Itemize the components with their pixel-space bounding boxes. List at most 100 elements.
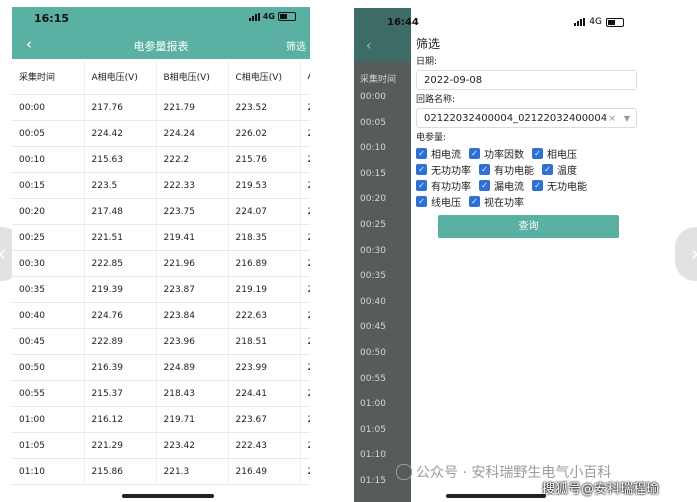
column-header: 采集时间 [12, 59, 85, 95]
table-cell: 221.79 [156, 94, 229, 121]
home-indicator [122, 494, 214, 498]
background-time: 00:35 [360, 271, 386, 282]
quantity-checkbox[interactable]: ✓ 有功功率 [416, 178, 471, 193]
clear-icon[interactable]: × [608, 109, 616, 129]
table-cell: 223.5 [84, 172, 157, 199]
date-field[interactable]: 2022-09-08 [416, 70, 637, 90]
table-cell: 216.12 [84, 406, 157, 433]
table-cell: 222.33 [156, 172, 229, 199]
quantity-checkbox[interactable]: ✓ 线电压 [416, 194, 461, 209]
status-time: 16:44 [387, 17, 419, 28]
table-cell: 222.63 [228, 302, 301, 329]
table-row: 00:35219.39223.87219.192 [12, 276, 310, 303]
wechat-icon [396, 464, 412, 480]
table-cell: 223.87 [156, 276, 229, 303]
table-cell: 223.67 [228, 406, 301, 433]
chevron-down-icon: ▼ [623, 114, 630, 123]
table-row: 00:05224.42224.24226.022 [12, 120, 310, 147]
filter-button[interactable]: 筛选 [286, 38, 306, 53]
background-time: 00:40 [360, 296, 386, 307]
quantity-checkbox[interactable]: ✓ 漏电流 [479, 178, 524, 193]
column-header: A相电压(V) [84, 59, 157, 95]
quantity-checkbox[interactable]: ✓ 温度 [542, 162, 577, 177]
date-value: 2022-09-08 [424, 75, 483, 86]
checkbox-label: 漏电流 [494, 181, 524, 193]
checkbox-label: 有功功率 [431, 181, 471, 193]
table-row: 01:10215.86221.3216.492 [12, 458, 310, 485]
circuit-select[interactable]: 02122032400004_02122032400004 × ▼ [416, 108, 637, 128]
table-row: 00:30222.85221.96216.892 [12, 250, 310, 277]
table-cell: 222.2 [156, 146, 229, 173]
quantity-checkbox-group: ✓ 相电流 ✓ 功率因数 ✓ 相电压 ✓ 无功功率 ✓ 有功电能 ✓ 温度 ✓ 有功功率 ✓ 漏电流 ✓ 无功电能… [416, 145, 654, 209]
background-time: 01:00 [360, 399, 386, 410]
table-cell: 222.89 [84, 328, 157, 355]
table-cell: 00:40 [12, 302, 85, 329]
checkbox-checked-icon[interactable]: ✓ [416, 147, 427, 159]
table-cell: 221.29 [84, 432, 157, 459]
quantity-checkbox[interactable]: ✓ 功率因数 [469, 146, 524, 161]
table-cell: 2 [300, 432, 310, 459]
quantity-checkbox[interactable]: ✓ 无功电能 [532, 178, 587, 193]
status-time: 16:15 [34, 12, 70, 25]
circuit-value: 02122032400004_02122032400004 [424, 113, 608, 124]
table-cell: 224.42 [84, 120, 157, 147]
checkbox-checked-icon[interactable]: ✓ [532, 147, 543, 159]
back-icon: ‹ [366, 38, 372, 54]
quantity-checkbox[interactable]: ✓ 视在功率 [469, 194, 524, 209]
quantity-checkbox[interactable]: ✓ 相电压 [532, 146, 577, 161]
checkbox-checked-icon[interactable]: ✓ [416, 163, 427, 175]
status-bar: 16:44 4G [387, 8, 654, 34]
background-column-header: 采集时间 [360, 75, 397, 85]
checkbox-checked-icon[interactable]: ✓ [416, 195, 427, 207]
quantity-checkbox[interactable]: ✓ 有功电能 [479, 162, 534, 177]
table-cell: 2 [300, 406, 310, 433]
filter-drawer: 筛选 日期: 2022-09-08 回路名称: 02122032400004_0… [411, 34, 654, 502]
query-button[interactable]: 查询 [438, 215, 619, 238]
report-table: 采集时间 A相电压(V) B相电压(V) C相电压(V) A 00:00217.… [12, 59, 310, 485]
checkbox-label: 视在功率 [484, 197, 524, 209]
table-cell: 00:55 [12, 380, 85, 407]
background-time: 00:20 [360, 194, 386, 205]
page-title: 电参量报表 [133, 40, 189, 53]
table-cell: 00:15 [12, 172, 85, 199]
table-row: 01:00216.12219.71223.672 [12, 406, 310, 433]
table-cell: 00:20 [12, 198, 85, 225]
dimmed-background[interactable]: ‹ 采集时间 00:00 00:05 00:10 00:15 00:20 00:25 00:… [354, 8, 411, 502]
table-cell: 216.89 [228, 250, 301, 277]
table-cell: 224.89 [156, 354, 229, 381]
filter-screen: ‹ 采集时间 00:00 00:05 00:10 00:15 00:20 00:25 00:… [354, 8, 654, 502]
checkbox-checked-icon[interactable]: ✓ [479, 163, 490, 175]
checkbox-checked-icon[interactable]: ✓ [479, 179, 490, 191]
network-type: 4G [589, 17, 602, 27]
table-cell: 222.85 [84, 250, 157, 277]
table-cell: 224.24 [156, 120, 229, 147]
report-screen: 16:15 4G ‹ 电参量报表 筛选 采集时间 A相电压(V) B相电压(V)… [12, 7, 310, 502]
checkbox-checked-icon[interactable]: ✓ [416, 179, 427, 191]
table-row: 00:10215.63222.2215.762 [12, 146, 310, 173]
table-row: 00:15223.5222.33219.532 [12, 172, 310, 199]
table-cell: 2 [300, 328, 310, 355]
quantity-checkbox[interactable]: ✓ 无功功率 [416, 162, 471, 177]
checkbox-checked-icon[interactable]: ✓ [469, 147, 480, 159]
table-cell: 2 [300, 302, 310, 329]
nav-bar: ‹ 电参量报表 筛选 [12, 30, 310, 59]
table-cell: 218.43 [156, 380, 229, 407]
table-cell: 223.84 [156, 302, 229, 329]
table-row: 00:50216.39224.89223.992 [12, 354, 310, 381]
table-cell: 2 [300, 172, 310, 199]
checkbox-label: 温度 [557, 165, 577, 177]
table-cell: 00:00 [12, 94, 85, 121]
battery-icon [278, 12, 296, 21]
background-time: 00:45 [360, 322, 386, 333]
table-cell: 216.39 [84, 354, 157, 381]
background-time: 00:00 [360, 92, 386, 102]
quantity-checkbox[interactable]: ✓ 相电流 [416, 146, 461, 161]
column-header: B相电压(V) [156, 59, 229, 95]
checkbox-checked-icon[interactable]: ✓ [469, 195, 480, 207]
table-cell: 219.39 [84, 276, 157, 303]
table-cell: 2 [300, 94, 310, 121]
checkbox-checked-icon[interactable]: ✓ [532, 179, 543, 191]
home-indicator [446, 494, 546, 498]
next-image-arrow[interactable]: › [675, 227, 697, 281]
checkbox-checked-icon[interactable]: ✓ [542, 163, 553, 175]
